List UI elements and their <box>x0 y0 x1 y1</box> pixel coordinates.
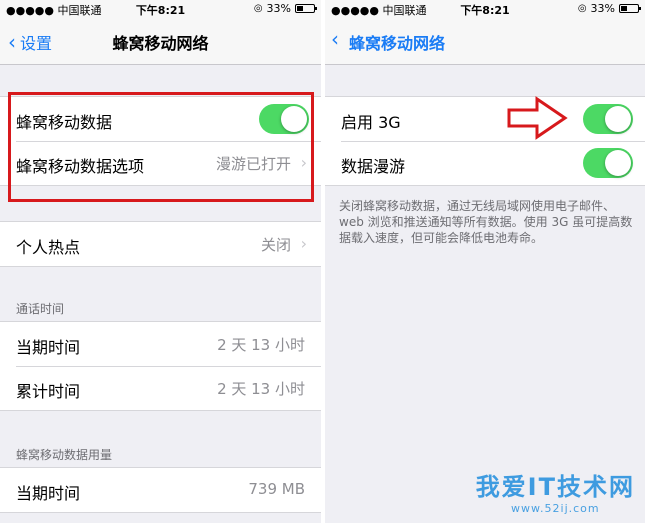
section-header-call-time: 通话时间 <box>16 302 65 316</box>
nav-bar: ‹ 蜂窝移动网络 <box>325 18 645 65</box>
row-label: 当期时间 <box>16 338 81 357</box>
chevron-left-icon: ‹ <box>331 27 339 51</box>
row-label: 个人热点 <box>16 238 81 257</box>
options-group: 启用 3G 数据漫游 <box>325 96 645 186</box>
lock-rotation-icon: ◎ <box>253 3 263 14</box>
usage-group: 当期时间 739 MB <box>0 467 321 513</box>
row-label: 启用 3G <box>341 113 401 132</box>
row-value: 739 MB <box>248 480 305 498</box>
cellular-options-panel: ●●●●● 中国联通 下午8:21 ◎ 33% ‹ 蜂窝移动网络 启用 3G 数… <box>325 0 645 523</box>
watermark-title: 我爱IT技术网 <box>475 473 635 501</box>
row-value: 2 天 13 小时 <box>217 380 305 398</box>
data-roaming-toggle[interactable] <box>583 148 633 178</box>
lock-rotation-icon: ◎ <box>577 3 587 14</box>
call-time-group: 当期时间 2 天 13 小时 累计时间 2 天 13 小时 <box>0 321 321 411</box>
footer-note: 关闭蜂窝移动数据，通过无线局域网使用电子邮件、web 浏览和推送通知等所有数据。… <box>339 199 633 245</box>
nav-bar: ‹ 设置 蜂窝移动网络 <box>0 18 321 65</box>
status-bar: ●●●●● 中国联通 下午8:21 ◎ 33% <box>0 0 321 18</box>
enable-3g-row[interactable]: 启用 3G <box>325 97 645 141</box>
row-label: 当期时间 <box>16 484 81 503</box>
list-item: 当期时间 739 MB <box>0 468 321 512</box>
battery-icon <box>619 4 641 13</box>
hotspot-group: 个人热点 关闭 › <box>0 221 321 267</box>
hotspot-row[interactable]: 个人热点 关闭 › <box>0 222 321 266</box>
list-item: 当期时间 2 天 13 小时 <box>0 322 321 366</box>
row-value: 2 天 13 小时 <box>217 336 305 354</box>
battery-percent: 33% <box>266 2 291 15</box>
section-header-usage: 蜂窝移动数据用量 <box>16 448 113 462</box>
battery-icon <box>295 4 317 13</box>
row-value: 关闭 <box>260 236 291 254</box>
battery-percent: 33% <box>590 2 615 15</box>
page-title: 蜂窝移动网络 <box>112 34 209 53</box>
arrow-annotation-icon <box>507 96 568 140</box>
watermark: 我爱IT技术网 www.52ij.com <box>476 467 635 515</box>
row-label: 数据漫游 <box>341 157 406 176</box>
cellular-settings-panel: ●●●●● 中国联通 下午8:21 ◎ 33% ‹ 设置 蜂窝移动网络 蜂窝移动… <box>0 0 321 523</box>
enable-3g-toggle[interactable] <box>583 104 633 134</box>
chevron-right-icon: › <box>300 234 307 253</box>
highlight-annotation-box <box>8 92 314 202</box>
back-title[interactable]: 蜂窝移动网络 <box>349 30 645 54</box>
watermark-url: www.52ij.com <box>511 502 600 515</box>
data-roaming-row[interactable]: 数据漫游 <box>325 141 645 185</box>
row-label: 累计时间 <box>16 382 81 401</box>
list-item: 累计时间 2 天 13 小时 <box>0 366 321 410</box>
back-button[interactable]: ‹ <box>331 27 339 51</box>
status-bar: ●●●●● 中国联通 下午8:21 ◎ 33% <box>325 0 645 18</box>
